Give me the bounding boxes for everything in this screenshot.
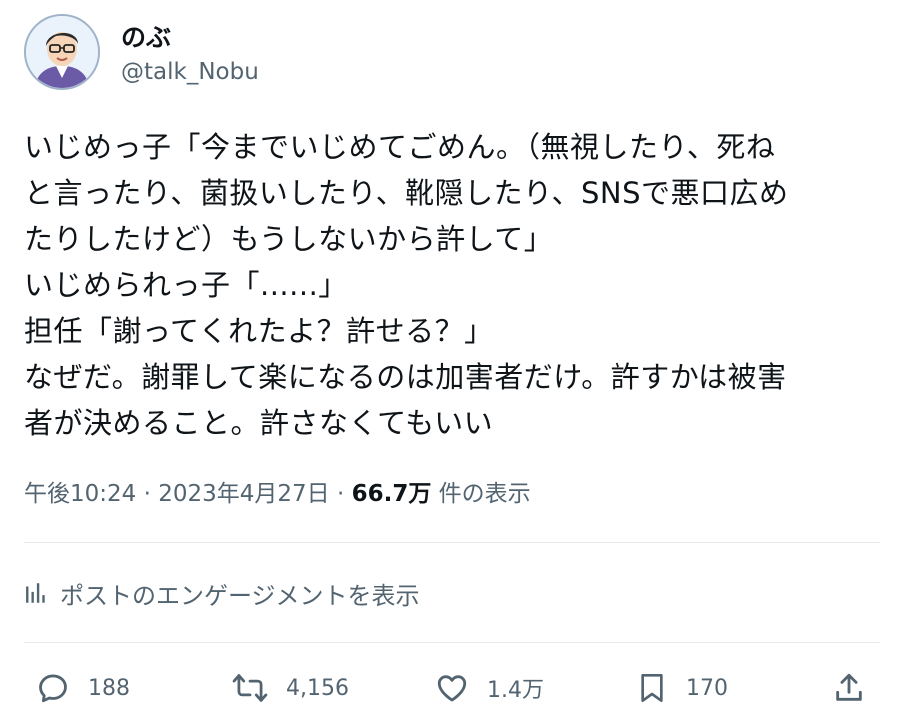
like-count: 1.4万 [487, 678, 544, 703]
repost-button[interactable]: 4,156 [232, 666, 349, 710]
view-engagement-label: ポストのエンゲージメントを表示 [60, 581, 420, 610]
post-line: たりしたけど）もうしないから許して」 [24, 222, 554, 256]
bookmark-button[interactable]: 170 [636, 666, 728, 710]
post-line: いじめっ子「今までいじめてごめん。（無視したり、死ね [24, 130, 776, 164]
avatar-illustration [26, 16, 98, 88]
action-bar: 188 4,156 1.4万 170 [0, 666, 900, 710]
share-button[interactable] [832, 666, 884, 710]
divider [24, 542, 880, 543]
meta-separator: · [329, 481, 352, 507]
view-count[interactable]: 66.7万 [352, 481, 432, 507]
avatar[interactable] [24, 14, 100, 90]
bookmark-icon [641, 674, 663, 702]
repost-count: 4,156 [286, 675, 349, 701]
view-label: 件の表示 [431, 481, 531, 507]
post-text: いじめっ子「今までいじめてごめん。（無視したり、死ね と言ったり、菌扱いしたり、… [24, 124, 864, 446]
bookmark-count: 170 [686, 675, 728, 701]
share-icon [836, 673, 862, 701]
post-time[interactable]: 午後10:24 [24, 481, 136, 507]
post-date[interactable]: 2023年4月27日 [158, 481, 329, 507]
post-line: いじめられっ子「......」 [24, 268, 348, 302]
analytics-icon [26, 583, 45, 603]
author-handle[interactable]: @talk_Nobu [121, 59, 259, 85]
like-button[interactable]: 1.4万 [435, 666, 544, 710]
meta-separator: · [136, 481, 159, 507]
post-line: 者が決めること。許さなくてもいい [24, 406, 494, 440]
repost-icon [232, 674, 268, 702]
author-name[interactable]: のぶ [121, 18, 171, 54]
view-engagement-link[interactable]: ポストのエンゲージメントを表示 [24, 577, 420, 610]
post-line: 担任「謝ってくれたよ？許せる？」 [24, 314, 494, 348]
like-icon [437, 675, 467, 702]
post-meta: 午後10:24 · 2023年4月27日 · 66.7万 件の表示 [24, 474, 531, 508]
divider [24, 642, 880, 643]
post-line: と言ったり、菌扱いしたり、靴隠したり、SNSで悪口広め [24, 176, 789, 210]
reply-button[interactable]: 188 [36, 666, 130, 710]
post-line: なぜだ。謝罪して楽になるのは加害者だけ。許すかは被害 [24, 360, 787, 394]
reply-count: 188 [88, 675, 130, 701]
reply-icon [39, 674, 67, 703]
